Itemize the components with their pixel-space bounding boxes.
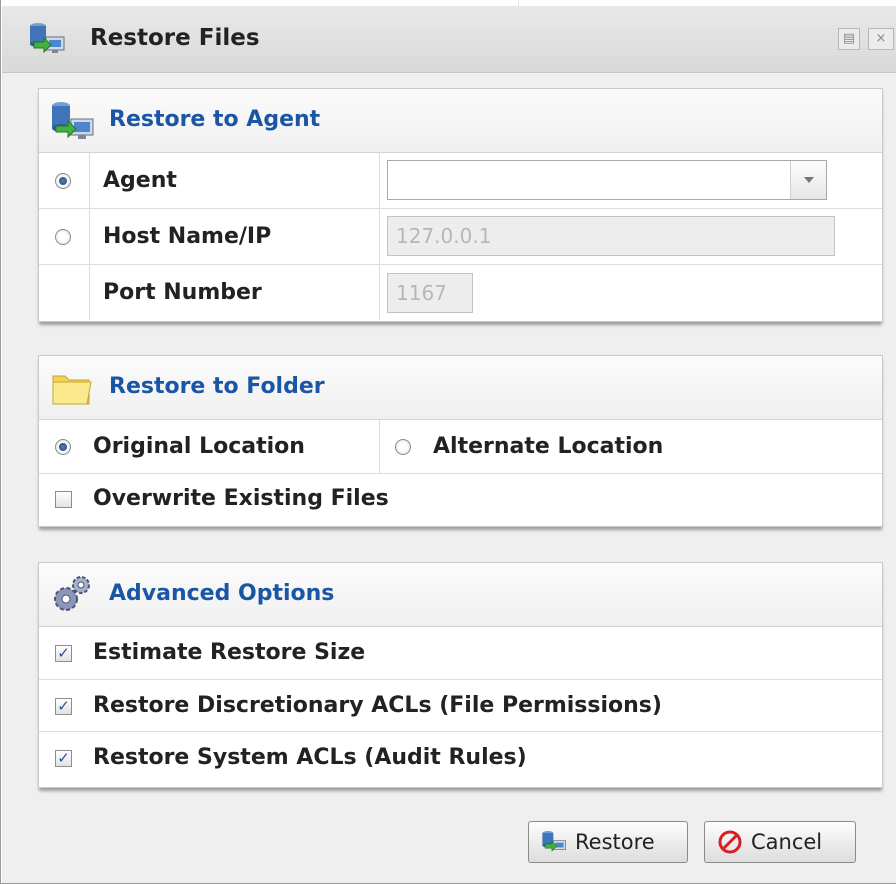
original-location-radio[interactable]: [55, 439, 71, 455]
restore-to-agent-title: Restore to Agent: [109, 107, 321, 132]
restore-agent-icon: [542, 831, 566, 852]
cancel-button[interactable]: Cancel: [704, 821, 856, 863]
agent-row: Agent: [39, 153, 882, 209]
cancel-icon: [718, 830, 742, 854]
overwrite-label: Overwrite Existing Files: [93, 486, 389, 511]
agent-radio[interactable]: [55, 173, 71, 189]
restore-agent-icon: [30, 23, 65, 54]
host-label: Host Name/IP: [103, 224, 272, 249]
restore-to-agent-header: Restore to Agent: [39, 89, 882, 153]
dialog-body: Restore to Agent Agent Host Name/IP 127.…: [2, 73, 896, 883]
restore-button-label: Restore: [575, 830, 655, 854]
estimate-size-label: Estimate Restore Size: [93, 640, 366, 665]
chevron-down-icon[interactable]: [790, 161, 826, 199]
dialog-titlebar[interactable]: Restore Files ▤ ×: [2, 6, 896, 73]
host-field[interactable]: 127.0.0.1: [387, 216, 835, 256]
advanced-options-title: Advanced Options: [109, 581, 335, 606]
restore-to-folder-title: Restore to Folder: [109, 374, 325, 399]
option-row: ✓ Restore Discretionary ACLs (File Permi…: [39, 680, 882, 732]
restore-to-folder-panel: Restore to Folder Original Location Alte…: [38, 355, 883, 527]
alternate-location-radio[interactable]: [395, 439, 411, 455]
advanced-options-header: Advanced Options: [39, 563, 882, 627]
option-row: ✓ Estimate Restore Size: [39, 627, 882, 680]
port-field[interactable]: 1167: [387, 273, 473, 313]
close-button[interactable]: ×: [868, 28, 894, 50]
host-radio[interactable]: [55, 229, 71, 245]
agent-select[interactable]: [387, 160, 827, 200]
restore-to-agent-panel: Restore to Agent Agent Host Name/IP 127.…: [38, 88, 883, 322]
system-acls-label: Restore System ACLs (Audit Rules): [93, 745, 527, 770]
restore-button[interactable]: Restore: [528, 821, 688, 863]
close-icon: ×: [875, 31, 887, 46]
port-row: Port Number 1167: [39, 265, 882, 320]
original-location-label: Original Location: [93, 434, 305, 459]
overwrite-checkbox[interactable]: [55, 491, 72, 508]
maximize-icon: ▤: [842, 31, 856, 46]
option-row: ✓ Restore System ACLs (Audit Rules): [39, 732, 882, 785]
cancel-button-label: Cancel: [751, 830, 823, 854]
estimate-size-checkbox[interactable]: ✓: [55, 645, 72, 662]
restore-agent-icon: [52, 102, 94, 139]
advanced-options-panel: Advanced Options ✓ Estimate Restore Size…: [38, 562, 883, 788]
dialog-title: Restore Files: [90, 25, 260, 51]
location-row: Original Location Alternate Location: [39, 420, 882, 474]
discretionary-acls-checkbox[interactable]: ✓: [55, 698, 72, 715]
alternate-location-label: Alternate Location: [433, 434, 664, 459]
discretionary-acls-label: Restore Discretionary ACLs (File Permiss…: [93, 693, 662, 718]
gears-icon: [54, 576, 90, 611]
host-row: Host Name/IP 127.0.0.1: [39, 209, 882, 265]
agent-label: Agent: [103, 168, 177, 193]
overwrite-row: Overwrite Existing Files: [39, 474, 882, 525]
folder-icon: [52, 375, 92, 405]
restore-files-dialog: Restore Files ▤ × Restore to Agent Agent…: [0, 0, 896, 884]
restore-to-folder-header: Restore to Folder: [39, 356, 882, 420]
maximize-button[interactable]: ▤: [838, 28, 860, 50]
system-acls-checkbox[interactable]: ✓: [55, 750, 72, 767]
port-label: Port Number: [103, 280, 262, 305]
